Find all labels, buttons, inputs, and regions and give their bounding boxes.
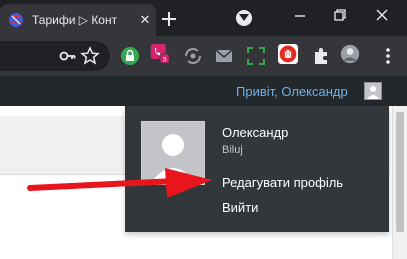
- annotation-arrow-icon: [27, 168, 212, 198]
